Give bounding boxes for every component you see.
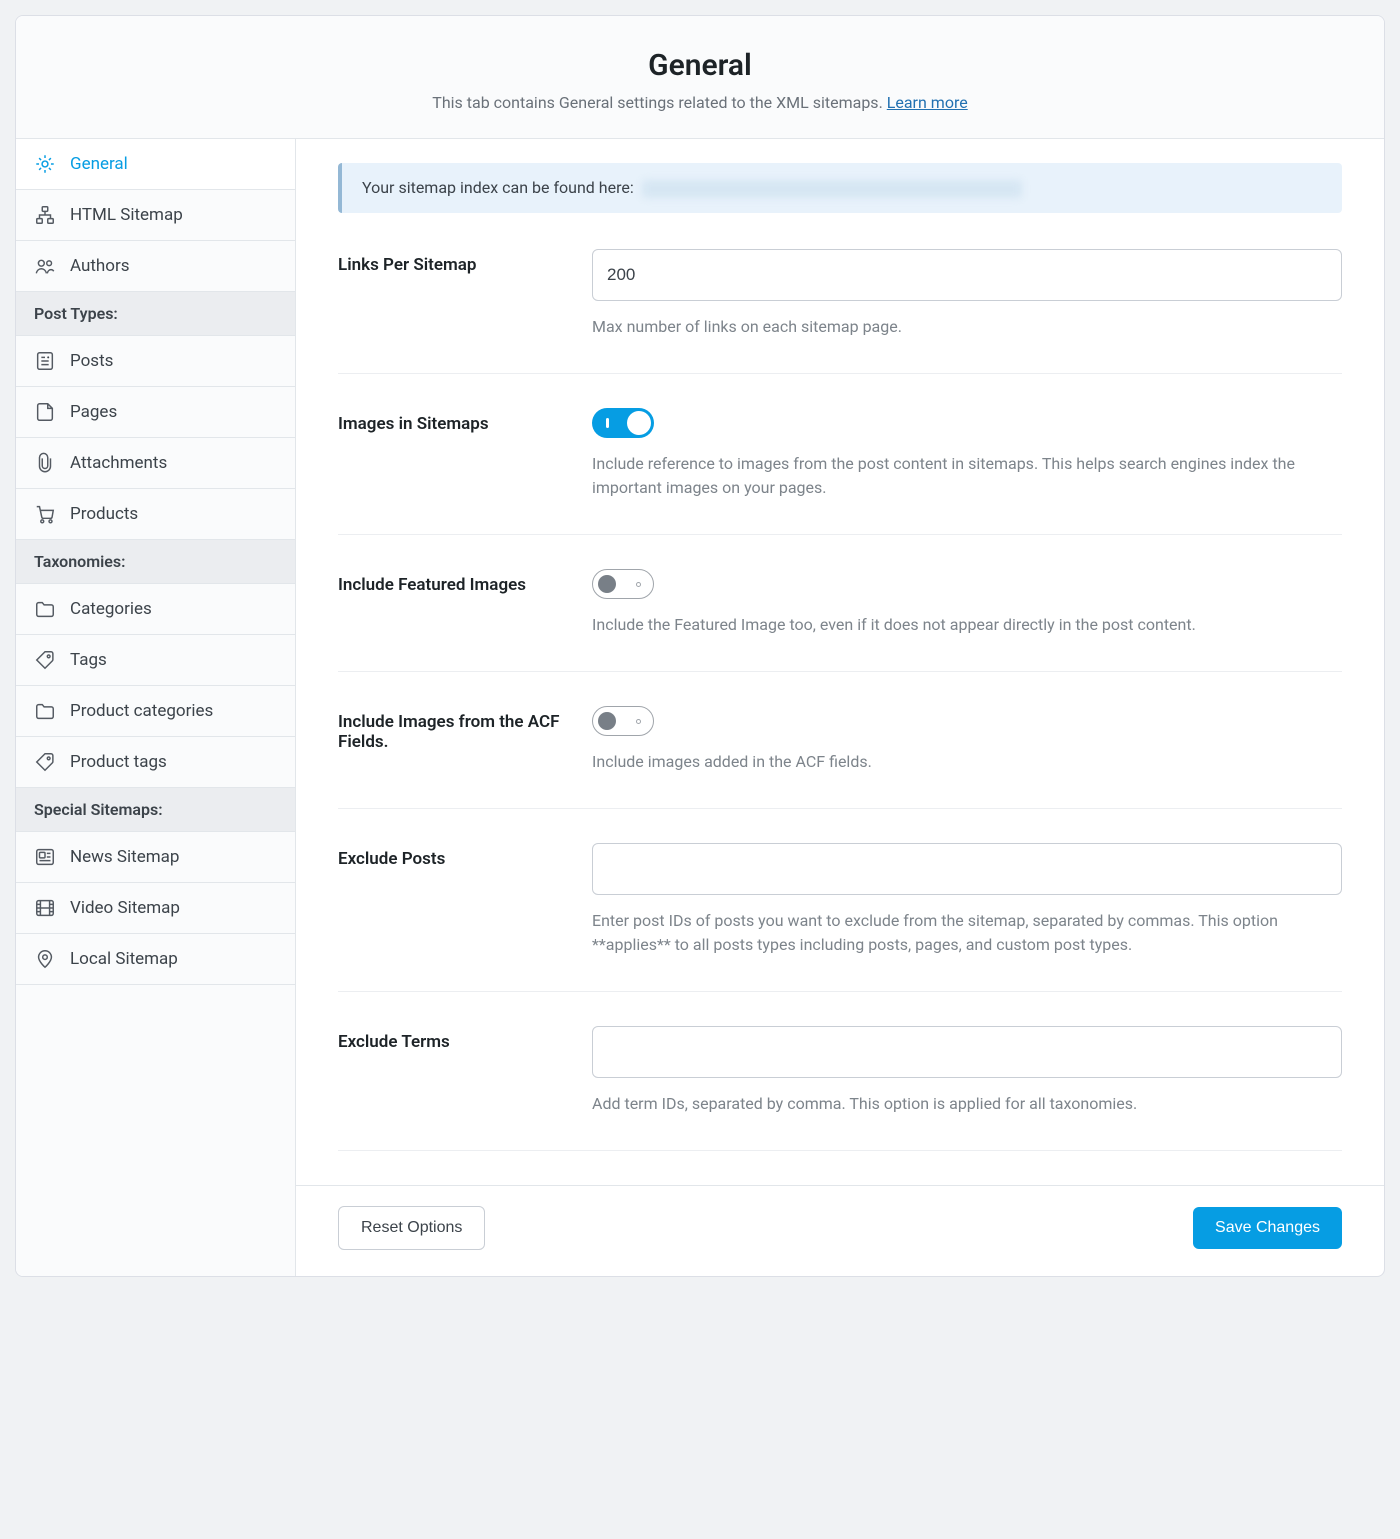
sidebar-item-label: HTML Sitemap	[70, 205, 183, 225]
sidebar-item-label: Video Sitemap	[70, 898, 180, 918]
news-icon	[34, 846, 56, 868]
field-links-per-sitemap: Links Per Sitemap Max number of links on…	[338, 249, 1342, 374]
tag-icon	[34, 751, 56, 773]
field-desc: Add term IDs, separated by comma. This o…	[592, 1092, 1342, 1116]
sidebar-item-label: Posts	[70, 351, 113, 371]
settings-panel: General This tab contains General settin…	[15, 15, 1385, 1277]
include-featured-toggle[interactable]	[592, 569, 654, 599]
sidebar-item-news-sitemap[interactable]: News Sitemap	[16, 832, 295, 883]
field-label: Include Featured Images	[338, 569, 568, 637]
sidebar-item-tags[interactable]: Tags	[16, 635, 295, 686]
sidebar-item-product-tags[interactable]: Product tags	[16, 737, 295, 788]
sitemap-url-redacted	[642, 180, 1022, 198]
sidebar-item-label: Authors	[70, 256, 130, 276]
include-acf-toggle[interactable]	[592, 706, 654, 736]
sidebar-item-label: Product tags	[70, 752, 167, 772]
sitemap-icon	[34, 204, 56, 226]
page-title: General	[36, 48, 1364, 83]
sidebar-item-html-sitemap[interactable]: HTML Sitemap	[16, 190, 295, 241]
panel-footer: Reset Options Save Changes	[296, 1185, 1384, 1276]
sidebar-item-general[interactable]: General	[16, 139, 295, 190]
cart-icon	[34, 503, 56, 525]
field-label: Include Images from the ACF Fields.	[338, 706, 568, 774]
sidebar-item-label: Attachments	[70, 453, 167, 473]
field-label: Exclude Terms	[338, 1026, 568, 1116]
sidebar-item-label: Pages	[70, 402, 117, 422]
field-label: Exclude Posts	[338, 843, 568, 957]
sidebar-item-pages[interactable]: Pages	[16, 387, 295, 438]
field-desc: Enter post IDs of posts you want to excl…	[592, 909, 1342, 957]
sidebar-item-attachments[interactable]: Attachments	[16, 438, 295, 489]
sidebar-item-product-categories[interactable]: Product categories	[16, 686, 295, 737]
field-exclude-posts: Exclude Posts Enter post IDs of posts yo…	[338, 843, 1342, 992]
sidebar-group-taxonomies: Taxonomies:	[16, 540, 295, 584]
sidebar-item-label: Product categories	[70, 701, 213, 721]
gear-icon	[34, 153, 56, 175]
sidebar-item-authors[interactable]: Authors	[16, 241, 295, 292]
tag-icon	[34, 649, 56, 671]
field-label: Links Per Sitemap	[338, 249, 568, 339]
exclude-terms-input[interactable]	[592, 1026, 1342, 1078]
field-desc: Max number of links on each sitemap page…	[592, 315, 1342, 339]
sidebar-item-products[interactable]: Products	[16, 489, 295, 540]
sitemap-index-alert: Your sitemap index can be found here:	[338, 163, 1342, 213]
field-include-acf-images: Include Images from the ACF Fields. Incl…	[338, 706, 1342, 809]
page-icon	[34, 401, 56, 423]
field-desc: Include reference to images from the pos…	[592, 452, 1342, 500]
sidebar-item-label: Local Sitemap	[70, 949, 178, 969]
sidebar-item-video-sitemap[interactable]: Video Sitemap	[16, 883, 295, 934]
video-icon	[34, 897, 56, 919]
field-exclude-terms: Exclude Terms Add term IDs, separated by…	[338, 1026, 1342, 1151]
field-desc: Include images added in the ACF fields.	[592, 750, 1342, 774]
sidebar-item-label: General	[70, 154, 128, 174]
main-content: Your sitemap index can be found here: Li…	[296, 139, 1384, 1276]
field-desc: Include the Featured Image too, even if …	[592, 613, 1342, 637]
learn-more-link[interactable]: Learn more	[887, 93, 968, 112]
sidebar-group-post-types: Post Types:	[16, 292, 295, 336]
post-icon	[34, 350, 56, 372]
panel-header: General This tab contains General settin…	[16, 16, 1384, 139]
exclude-posts-input[interactable]	[592, 843, 1342, 895]
sidebar-item-local-sitemap[interactable]: Local Sitemap	[16, 934, 295, 985]
sidebar-item-categories[interactable]: Categories	[16, 584, 295, 635]
field-label: Images in Sitemaps	[338, 408, 568, 500]
pin-icon	[34, 948, 56, 970]
sidebar-group-special: Special Sitemaps:	[16, 788, 295, 832]
sidebar-item-label: Products	[70, 504, 138, 524]
sidebar: General HTML Sitemap Authors Post Types: P…	[16, 139, 296, 1276]
sidebar-item-label: Categories	[70, 599, 152, 619]
sidebar-item-posts[interactable]: Posts	[16, 336, 295, 387]
field-include-featured-images: Include Featured Images Include the Feat…	[338, 569, 1342, 672]
folder-icon	[34, 700, 56, 722]
field-images-in-sitemaps: Images in Sitemaps Include reference to …	[338, 408, 1342, 535]
links-per-sitemap-input[interactable]	[592, 249, 1342, 301]
folder-icon	[34, 598, 56, 620]
sidebar-item-label: News Sitemap	[70, 847, 179, 867]
reset-options-button[interactable]: Reset Options	[338, 1206, 485, 1250]
authors-icon	[34, 255, 56, 277]
images-in-sitemaps-toggle[interactable]	[592, 408, 654, 438]
page-subtitle: This tab contains General settings relat…	[36, 93, 1364, 112]
save-changes-button[interactable]: Save Changes	[1193, 1207, 1342, 1249]
sidebar-item-label: Tags	[70, 650, 107, 670]
clip-icon	[34, 452, 56, 474]
